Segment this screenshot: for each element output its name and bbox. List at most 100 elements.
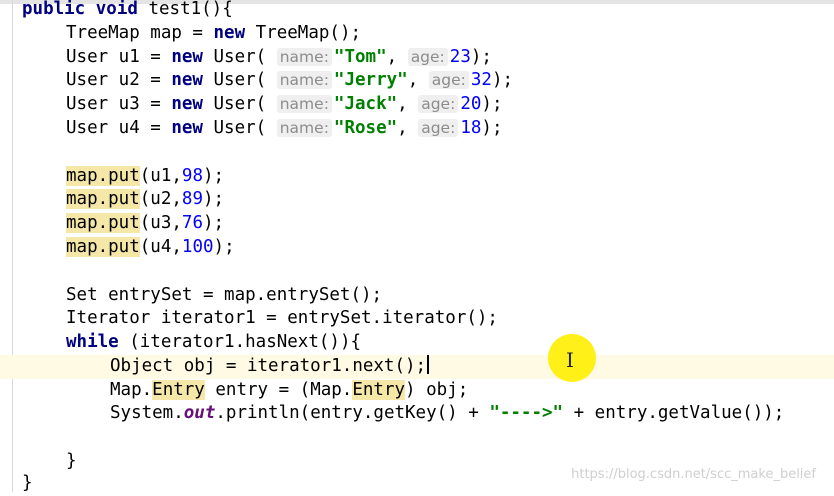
code-token: User u3 = [66, 94, 172, 114]
code-line-text: } [66, 450, 77, 474]
code-token: (u2, [139, 189, 182, 209]
code-line[interactable]: public void test1(){ [0, 0, 834, 22]
code-line[interactable]: map.put(u3,76); [0, 212, 834, 236]
code-token: User( [202, 70, 277, 90]
code-line-text: public void test1(){ [22, 0, 233, 22]
code-line[interactable] [0, 141, 834, 165]
parameter-hint: age: [428, 71, 469, 89]
code-line[interactable]: while (iterator1.hasNext()){ [0, 331, 834, 355]
code-token: Map. [110, 380, 153, 400]
number-token: 76 [181, 213, 203, 233]
usage-highlight-token: map.put [66, 189, 140, 209]
code-token: ); [203, 166, 225, 186]
code-token: User( [202, 118, 277, 138]
code-line[interactable]: map.put(u4,100); [0, 236, 834, 260]
parameter-hint: name: [276, 95, 332, 113]
code-token: Set entrySet = map.entrySet(); [66, 285, 383, 305]
parameter-hint: name: [276, 71, 332, 89]
usage-highlight-token: Entry [352, 380, 406, 400]
text-cursor-icon: I [566, 348, 574, 372]
code-line-text: map.put(u3,76); [66, 212, 224, 236]
code-line[interactable]: User u1 = new User( name: "Tom", age: 23); [0, 46, 834, 70]
code-token: , [407, 70, 429, 90]
code-token: TreeMap(); [245, 23, 362, 43]
keyword-token: new [171, 47, 203, 67]
number-token: 18 [460, 118, 482, 138]
code-token: ); [481, 94, 503, 114]
parameter-hint: name: [276, 48, 332, 66]
code-line[interactable]: System.out.println(entry.getKey() + "---… [0, 402, 834, 426]
code-line-text: while (iterator1.hasNext()){ [66, 331, 361, 355]
code-token: , [397, 118, 419, 138]
string-token: "Tom" [333, 47, 387, 67]
code-line-text: Map.Entry entry = (Map.Entry) obj; [110, 379, 468, 403]
keyword-token: new [213, 23, 246, 43]
code-token: , [386, 47, 408, 67]
code-token: Object obj = iterator1.next(); [110, 356, 427, 376]
code-token: ); [213, 237, 235, 257]
code-line[interactable]: Set entrySet = map.entrySet(); [0, 284, 834, 308]
keyword-token: new [171, 94, 203, 114]
code-token: } [22, 473, 33, 493]
code-line-text: User u4 = new User( name: "Rose", age: 18)… [66, 117, 502, 141]
code-line[interactable]: Map.Entry entry = (Map.Entry) obj; [0, 379, 834, 403]
code-token: entry = (Map. [204, 380, 353, 400]
code-line[interactable] [0, 260, 834, 284]
code-token: , [397, 94, 419, 114]
code-token: (iterator1.hasNext()){ [118, 332, 362, 352]
string-token: "Rose" [333, 118, 398, 138]
watermark: https://blog.csdn.net/scc_make_belief [571, 467, 816, 482]
number-token: 100 [181, 237, 214, 257]
code-token: ) obj; [405, 380, 469, 400]
code-token: ); [203, 213, 225, 233]
keyword-token: new [171, 70, 203, 90]
parameter-hint: age: [418, 95, 459, 113]
code-line[interactable]: map.put(u2,89); [0, 188, 834, 212]
parameter-hint: age: [407, 48, 448, 66]
keyword-token: void [95, 0, 138, 19]
code-token: } [66, 451, 77, 471]
code-editor[interactable]: public void test1(){TreeMap map = new Tr… [0, 0, 834, 493]
code-line[interactable]: Iterator iterator1 = entrySet.iterator()… [0, 307, 834, 331]
code-line[interactable]: map.put(u1,98); [0, 165, 834, 189]
usage-highlight-token: Entry [152, 380, 205, 400]
code-token: (u1, [139, 166, 182, 186]
code-line-text: Iterator iterator1 = entrySet.iterator()… [66, 307, 498, 331]
number-token: 89 [181, 189, 203, 209]
string-token: "---->" [489, 403, 564, 423]
keyword-token: new [171, 118, 203, 138]
code-line[interactable]: Object obj = iterator1.next(); [0, 355, 834, 379]
number-token: 32 [470, 70, 492, 90]
code-token: User( [202, 94, 277, 114]
code-line-text: Set entrySet = map.entrySet(); [66, 284, 382, 308]
code-token: System. [110, 403, 184, 423]
code-line[interactable] [0, 426, 834, 450]
code-token: User u2 = [66, 70, 172, 90]
code-line-text: Object obj = iterator1.next(); [110, 355, 430, 379]
parameter-hint: age: [418, 119, 459, 137]
usage-highlight-token: map.put [66, 166, 140, 186]
code-line-text: User u1 = new User( name: "Tom", age: 23); [66, 46, 492, 70]
code-token: test1(){ [137, 0, 233, 19]
code-line-text: map.put(u2,89); [66, 188, 224, 212]
keyword-token: while [66, 332, 119, 352]
usage-highlight-token: map.put [66, 237, 140, 257]
code-line-text: map.put(u4,100); [66, 236, 235, 260]
parameter-hint: name: [276, 119, 332, 137]
code-line[interactable]: TreeMap map = new TreeMap(); [0, 22, 834, 46]
number-token: 98 [181, 166, 203, 186]
code-line-text: TreeMap map = new TreeMap(); [66, 22, 361, 46]
number-token: 20 [460, 94, 482, 114]
code-line[interactable]: User u3 = new User( name: "Jack", age: 20)… [0, 93, 834, 117]
code-token: TreeMap map = [66, 23, 214, 43]
code-line[interactable]: User u2 = new User( name: "Jerry", age: 32… [0, 69, 834, 93]
code-token: User( [202, 47, 277, 67]
code-token: + entry.getValue()); [563, 403, 785, 423]
code-line[interactable]: User u4 = new User( name: "Rose", age: 18)… [0, 117, 834, 141]
code-token: .println(entry.getKey() + [215, 403, 490, 423]
usage-highlight-token: map.put [66, 213, 140, 233]
code-token: ); [470, 47, 492, 67]
number-token: 23 [449, 47, 471, 67]
code-token: (u4, [139, 237, 182, 257]
